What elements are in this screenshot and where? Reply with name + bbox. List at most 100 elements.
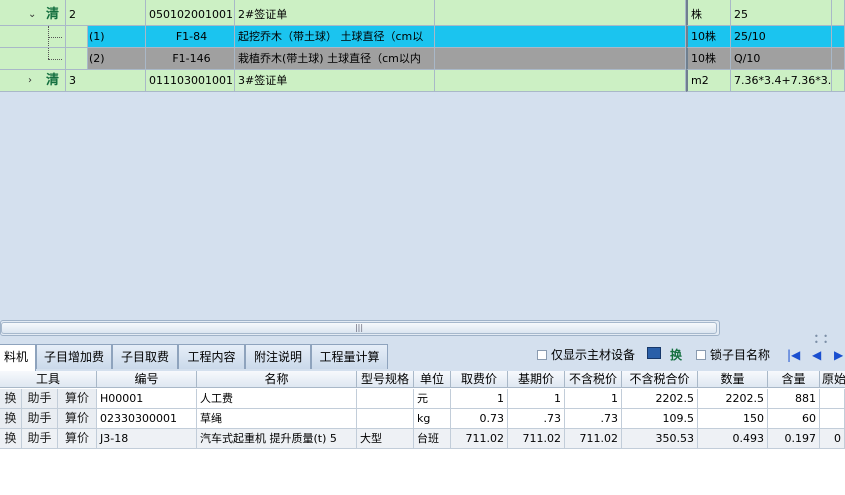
cell-code[interactable]: 02330300001 bbox=[97, 409, 197, 429]
cell-original[interactable] bbox=[820, 389, 845, 409]
material-grid: 工具 编号 名称 型号规格 单位 取费价 基期价 不含税价 不含税合价 数量 含… bbox=[0, 371, 845, 495]
calc-price-button[interactable]: 算价 bbox=[58, 389, 97, 409]
cell-fee-price[interactable]: 1 bbox=[451, 389, 508, 409]
splitter-grip-icon[interactable]: • • • • bbox=[814, 333, 834, 347]
cell-content[interactable]: 0.197 bbox=[768, 429, 820, 449]
lock-name-label: 锁子目名称 bbox=[710, 348, 771, 362]
replace-tool-button[interactable]: 换 bbox=[0, 409, 22, 429]
row-unit: 株 bbox=[686, 4, 731, 26]
row-qty: 7.36*3.4+7.36*3. bbox=[731, 70, 832, 92]
cell-notax-price[interactable]: .73 bbox=[565, 409, 622, 429]
row-marker: 清 bbox=[46, 7, 60, 22]
replace-tool-button[interactable]: 换 bbox=[0, 429, 22, 449]
cell-unit[interactable]: 元 bbox=[414, 389, 451, 409]
cell-notax-price[interactable]: 1 bbox=[565, 389, 622, 409]
table-row[interactable]: ⌄ 清 2 050102001001 2#签证单 株 25 bbox=[0, 4, 845, 26]
tab-material[interactable]: 料机 bbox=[0, 344, 36, 371]
collapse-chevron-icon[interactable]: ⌄ bbox=[28, 4, 36, 25]
cell-unit[interactable]: kg bbox=[414, 409, 451, 429]
col-header-base-price[interactable]: 基期价 bbox=[508, 371, 565, 388]
row-name: 起挖乔木（带土球） 土球直径（cm以 bbox=[235, 26, 435, 48]
helper-tool-button[interactable]: 助手 bbox=[22, 429, 58, 449]
table-row[interactable]: › 清 3 011103001001 3#签证单 m2 7.36*3.4+7.3… bbox=[0, 70, 845, 92]
cell-content[interactable]: 881 bbox=[768, 389, 820, 409]
table-row[interactable]: 子 (2) F1-146 栽植乔木(带土球) 土球直径（cm以内 10株 Q/1… bbox=[0, 48, 845, 70]
row-code: F1-84 bbox=[146, 26, 235, 48]
cell-original[interactable]: 0 bbox=[820, 429, 845, 449]
cell-fee-price[interactable]: 711.02 bbox=[451, 429, 508, 449]
tab-fee[interactable]: 子目取费 bbox=[112, 344, 178, 369]
row-seq: (1) bbox=[86, 26, 146, 48]
replace-tool-button[interactable]: 换 bbox=[0, 389, 22, 409]
tab-notes[interactable]: 附注说明 bbox=[245, 344, 311, 369]
table-row[interactable]: 换 助手 算价 H00001 人工费 元 1 1 1 2202.5 2202.5… bbox=[0, 389, 845, 409]
cell-content[interactable]: 60 bbox=[768, 409, 820, 429]
cell-notax-total[interactable]: 2202.5 bbox=[622, 389, 698, 409]
only-main-checkbox[interactable] bbox=[537, 350, 547, 360]
col-header-fee-price[interactable]: 取费价 bbox=[451, 371, 508, 388]
table-row[interactable]: 子 (1) F1-84 起挖乔木（带土球） 土球直径（cm以 10株 25/10 bbox=[0, 26, 845, 48]
row-qty: Q/10 bbox=[731, 48, 832, 70]
horizontal-scrollbar[interactable]: ||| bbox=[0, 320, 720, 336]
cell-original[interactable] bbox=[820, 409, 845, 429]
replace-button[interactable]: 换 bbox=[670, 348, 682, 362]
col-header-name[interactable]: 名称 bbox=[197, 371, 357, 388]
table-row[interactable]: 换 助手 算价 02330300001 草绳 kg 0.73 .73 .73 1… bbox=[0, 409, 845, 429]
cell-base-price[interactable]: 1 bbox=[508, 389, 565, 409]
col-header-original[interactable]: 原始 bbox=[820, 371, 845, 388]
col-header-code[interactable]: 编号 bbox=[97, 371, 197, 388]
col-header-unit[interactable]: 单位 bbox=[414, 371, 451, 388]
first-page-icon[interactable]: |◀ bbox=[787, 348, 800, 362]
row-code: F1-146 bbox=[146, 48, 235, 70]
cell-spec[interactable] bbox=[357, 409, 414, 429]
grid-header: 工具 编号 名称 型号规格 单位 取费价 基期价 不含税价 不含税合价 数量 含… bbox=[0, 371, 845, 388]
cell-notax-total[interactable]: 350.53 bbox=[622, 429, 698, 449]
prev-page-icon[interactable]: ◀ bbox=[812, 348, 821, 362]
cell-fee-price[interactable]: 0.73 bbox=[451, 409, 508, 429]
helper-tool-button[interactable]: 助手 bbox=[22, 409, 58, 429]
cell-spec[interactable] bbox=[357, 389, 414, 409]
cell-qty[interactable]: 2202.5 bbox=[698, 389, 768, 409]
row-feature bbox=[435, 26, 686, 48]
col-header-spec[interactable]: 型号规格 bbox=[357, 371, 414, 388]
row-feature bbox=[435, 48, 686, 70]
next-page-icon[interactable]: ▶ bbox=[834, 348, 843, 362]
col-header-qty[interactable]: 数量 bbox=[698, 371, 768, 388]
cell-notax-total[interactable]: 109.5 bbox=[622, 409, 698, 429]
monitor-icon[interactable] bbox=[647, 347, 661, 359]
cell-qty[interactable]: 0.493 bbox=[698, 429, 768, 449]
row-unit: 10株 bbox=[686, 26, 731, 48]
cell-base-price[interactable]: 711.02 bbox=[508, 429, 565, 449]
cell-unit[interactable]: 台班 bbox=[414, 429, 451, 449]
row-qty: 25/10 bbox=[731, 26, 832, 48]
col-header-content[interactable]: 含量 bbox=[768, 371, 820, 388]
cell-code[interactable]: H00001 bbox=[97, 389, 197, 409]
cell-spec[interactable]: 大型 bbox=[357, 429, 414, 449]
helper-tool-button[interactable]: 助手 bbox=[22, 389, 58, 409]
calc-price-button[interactable]: 算价 bbox=[58, 409, 97, 429]
only-main-label: 仅显示主材设备 bbox=[551, 348, 636, 362]
scrollbar-thumb[interactable]: ||| bbox=[1, 322, 717, 334]
cell-name[interactable]: 草绳 bbox=[197, 409, 357, 429]
tab-quantity-calc[interactable]: 工程量计算 bbox=[311, 344, 388, 369]
cell-name[interactable]: 汽车式起重机 提升质量(t) 5 bbox=[197, 429, 357, 449]
row-feature bbox=[435, 70, 686, 92]
row-marker: 清 bbox=[46, 73, 60, 88]
row-seq: 3 bbox=[66, 70, 146, 92]
col-header-notax-total[interactable]: 不含税合价 bbox=[622, 371, 698, 388]
cell-qty[interactable]: 150 bbox=[698, 409, 768, 429]
lock-name-checkbox[interactable] bbox=[696, 350, 706, 360]
row-name: 栽植乔木(带土球) 土球直径（cm以内 bbox=[235, 48, 435, 70]
cell-notax-price[interactable]: 711.02 bbox=[565, 429, 622, 449]
expand-chevron-icon[interactable]: › bbox=[28, 70, 32, 91]
calc-price-button[interactable]: 算价 bbox=[58, 429, 97, 449]
row-code: 050102001001 bbox=[146, 4, 235, 26]
cell-name[interactable]: 人工费 bbox=[197, 389, 357, 409]
tab-extra-fee[interactable]: 子目增加费 bbox=[36, 344, 112, 369]
cell-base-price[interactable]: .73 bbox=[508, 409, 565, 429]
tab-work-content[interactable]: 工程内容 bbox=[178, 344, 245, 369]
table-row[interactable]: 换 助手 算价 J3-18 汽车式起重机 提升质量(t) 5 大型 台班 711… bbox=[0, 429, 845, 449]
col-header-notax-price[interactable]: 不含税价 bbox=[565, 371, 622, 388]
cell-code[interactable]: J3-18 bbox=[97, 429, 197, 449]
col-header-tool[interactable]: 工具 bbox=[0, 371, 97, 388]
